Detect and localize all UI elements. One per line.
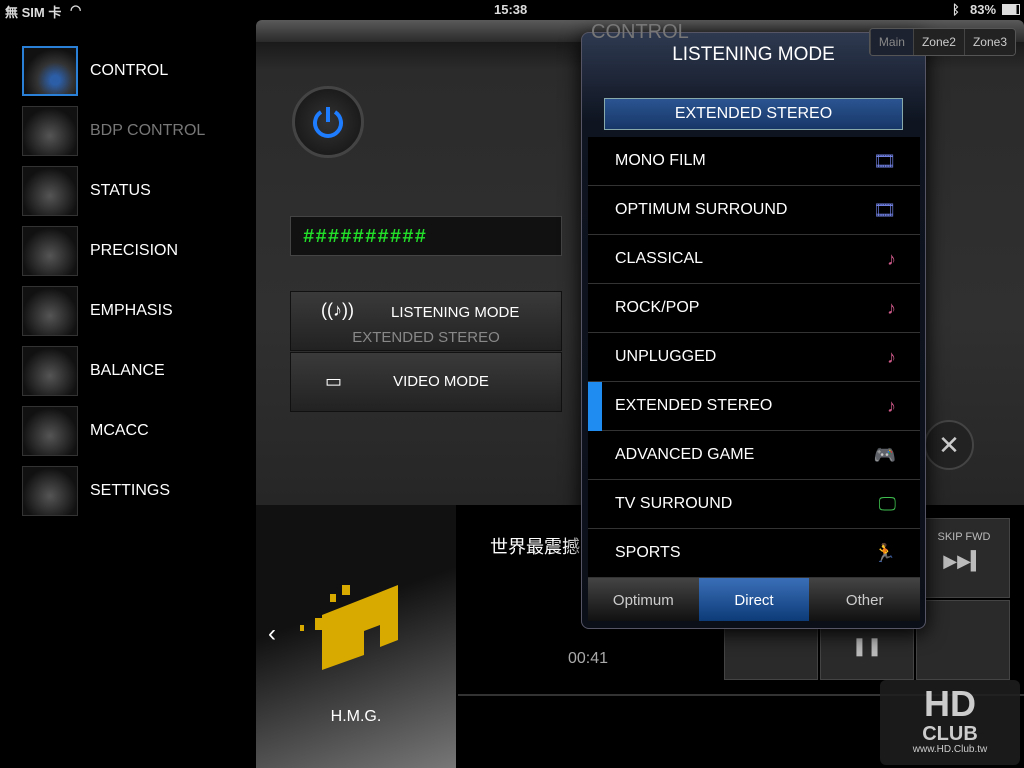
sidebar-item-label: EMPHASIS bbox=[90, 302, 173, 319]
status-icon bbox=[22, 166, 78, 216]
music-note-icon: ♪ bbox=[887, 248, 896, 269]
sidebar-item-settings[interactable]: SETTINGS bbox=[22, 465, 252, 517]
list-item-label: CLASSICAL bbox=[615, 250, 704, 267]
list-item[interactable]: SPORTS 🏃 bbox=[588, 529, 920, 578]
gamepad-icon: 🎮 bbox=[873, 444, 896, 465]
listening-mode-popup: LISTENING MODE MONO FILM 🎞 OPTIMUM SURROUN… bbox=[581, 32, 926, 629]
wifi-icon: ◠ bbox=[70, 2, 82, 17]
list-item-label: UNPLUGGED bbox=[615, 348, 717, 365]
status-bar: 無 SIM 卡 ◠ 15:38 ᛒ 83% bbox=[0, 0, 1024, 20]
film-icon: 🎞 bbox=[873, 199, 896, 220]
list-item-label: SPORTS bbox=[615, 544, 681, 561]
list-item-label: ADVANCED GAME bbox=[615, 446, 755, 463]
music-note-icon: ((♪)) bbox=[321, 300, 354, 320]
music-note-icon: ♪ bbox=[887, 297, 896, 318]
album-art: ‹ H.M.G. bbox=[256, 505, 456, 768]
sidebar-item-label: SETTINGS bbox=[90, 482, 171, 499]
mcacc-icon bbox=[22, 406, 78, 456]
list-item[interactable]: EXTENDED STEREO ♪ bbox=[588, 382, 920, 431]
video-mode-label: VIDEO MODE bbox=[393, 373, 489, 390]
carrier: 無 SIM 卡 bbox=[5, 5, 62, 20]
control-icon bbox=[22, 46, 78, 96]
mode-category-tabs: Optimum Direct Other bbox=[588, 578, 921, 621]
sidebar-item-balance[interactable]: BALANCE bbox=[22, 345, 252, 397]
artist-name: H.M.G. bbox=[330, 708, 382, 725]
tab-zone3[interactable]: Zone3 bbox=[963, 29, 1015, 55]
sidebar-item-control[interactable]: CONTROL bbox=[22, 45, 252, 97]
listening-mode-label: LISTENING MODE bbox=[391, 304, 520, 321]
watermark-url: www.HD.Club.tw bbox=[912, 744, 988, 755]
listening-mode-button[interactable]: ((♪)) LISTENING MODE EXTENDED STEREO bbox=[290, 291, 562, 351]
bdp-control-icon bbox=[22, 106, 78, 156]
battery-icon bbox=[1002, 4, 1020, 15]
tab-main[interactable]: Main bbox=[869, 29, 913, 55]
power-icon bbox=[313, 107, 343, 138]
back-chevron-icon[interactable]: ‹ bbox=[268, 620, 276, 648]
video-mode-button[interactable]: ▭ VIDEO MODE bbox=[290, 352, 562, 412]
runner-icon: 🏃 bbox=[873, 542, 896, 563]
settings-icon bbox=[22, 466, 78, 516]
list-item-label: OPTIMUM SURROUND bbox=[615, 201, 788, 218]
sidebar-item-label: BDP CONTROL bbox=[90, 122, 206, 139]
monitor-icon: ▭ bbox=[325, 371, 343, 391]
list-item[interactable]: TV SURROUND 🖵 bbox=[588, 480, 920, 529]
tab-direct[interactable]: Direct bbox=[698, 578, 810, 621]
music-note-icon: ♪ bbox=[887, 346, 896, 367]
mute-button[interactable]: ✕ bbox=[924, 420, 974, 470]
sidebar-item-bdp-control[interactable]: BDP CONTROL bbox=[22, 105, 252, 157]
track-title: 世界最震撼 bbox=[490, 537, 580, 557]
emphasis-icon bbox=[22, 286, 78, 336]
control-cell[interactable] bbox=[916, 600, 1010, 680]
music-note-icon: ♪ bbox=[887, 395, 896, 416]
album-logo bbox=[300, 585, 398, 670]
skip-fwd-button[interactable]: SKIP FWD ▶▶▍ bbox=[918, 518, 1010, 598]
watermark-logo: HD CLUB www.HD.Club.tw bbox=[880, 680, 1020, 765]
film-icon: 🎞 bbox=[873, 150, 896, 171]
precision-icon bbox=[22, 226, 78, 276]
sidebar-item-mcacc[interactable]: MCACC bbox=[22, 405, 252, 457]
selected-mode: EXTENDED STEREO bbox=[604, 98, 903, 130]
sidebar-item-label: STATUS bbox=[90, 182, 151, 199]
zone-tabs: Main Zone2 Zone3 bbox=[868, 28, 1016, 56]
list-item-label: MONO FILM bbox=[615, 152, 706, 169]
tab-other[interactable]: Other bbox=[809, 578, 921, 621]
list-item[interactable]: ROCK/POP ♪ bbox=[588, 284, 920, 333]
header-title: CONTROL bbox=[591, 21, 689, 43]
volume-display: ########## bbox=[290, 216, 562, 256]
listening-mode-value: EXTENDED STEREO bbox=[352, 329, 500, 346]
battery-percent: 83% bbox=[970, 2, 997, 17]
skip-fwd-label: SKIP FWD bbox=[937, 531, 991, 543]
elapsed-time: 00:41 bbox=[568, 650, 609, 667]
balance-icon bbox=[22, 346, 78, 396]
sidebar-item-label: MCACC bbox=[90, 422, 149, 439]
power-button[interactable] bbox=[292, 86, 364, 158]
list-item-label: EXTENDED STEREO bbox=[615, 397, 773, 414]
clock: 15:38 bbox=[494, 2, 528, 17]
sidebar-item-emphasis[interactable]: EMPHASIS bbox=[22, 285, 252, 337]
pause-icon: ❚❚ bbox=[851, 636, 883, 656]
sidebar-item-status[interactable]: STATUS bbox=[22, 165, 252, 217]
list-item[interactable]: OPTIMUM SURROUND 🎞 bbox=[588, 186, 920, 235]
list-item[interactable]: ADVANCED GAME 🎮 bbox=[588, 431, 920, 480]
list-item[interactable]: UNPLUGGED ♪ bbox=[588, 333, 920, 382]
listening-mode-list: MONO FILM 🎞 OPTIMUM SURROUND 🎞 CLASSICAL ♪ ROC… bbox=[588, 137, 920, 578]
sidebar-item-label: PRECISION bbox=[90, 242, 179, 259]
skip-forward-icon: ▶▶▍ bbox=[943, 551, 985, 571]
sidebar-item-label: BALANCE bbox=[90, 362, 165, 379]
list-item[interactable]: MONO FILM 🎞 bbox=[588, 137, 920, 186]
tab-optimum[interactable]: Optimum bbox=[588, 578, 699, 621]
sidebar-item-label: CONTROL bbox=[90, 62, 169, 79]
tab-zone2[interactable]: Zone2 bbox=[912, 29, 964, 55]
sidebar-item-precision[interactable]: PRECISION bbox=[22, 225, 252, 277]
list-item-label: TV SURROUND bbox=[615, 495, 733, 512]
bluetooth-icon: ᛒ bbox=[952, 2, 960, 17]
list-item[interactable]: CLASSICAL ♪ bbox=[588, 235, 920, 284]
tv-icon: 🖵 bbox=[878, 493, 896, 514]
list-item-label: ROCK/POP bbox=[615, 299, 700, 316]
